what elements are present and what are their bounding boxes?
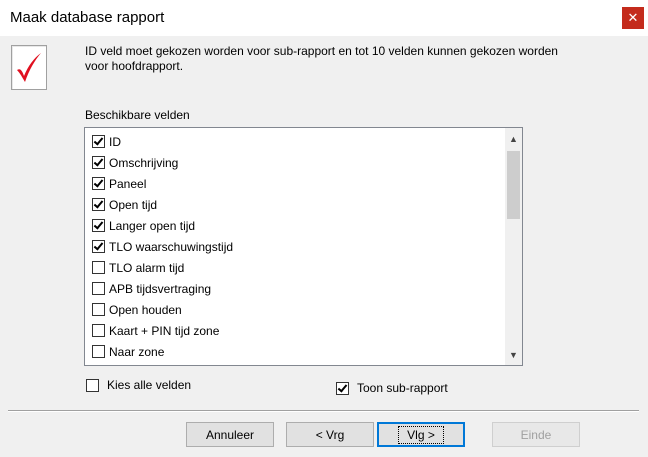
- close-icon: ✕: [627, 10, 639, 25]
- scroll-up-button[interactable]: ▲: [505, 130, 522, 147]
- field-label: Paneel: [109, 176, 147, 191]
- fields-listbox[interactable]: ID Omschrijving Paneel Open tijd Langer open…: [84, 127, 523, 366]
- back-button-label: < Vrg: [315, 427, 345, 442]
- cancel-button[interactable]: Annuleer: [186, 422, 274, 447]
- field-checkbox[interactable]: [92, 303, 105, 316]
- field-checkbox[interactable]: [92, 135, 105, 148]
- field-label: APB tijdsvertraging: [109, 281, 212, 296]
- title-bar: Maak database rapport ✕: [0, 0, 648, 36]
- checkmark-graphic: [17, 53, 41, 82]
- show-subreport-checkbox-row[interactable]: Toon sub-rapport: [336, 381, 448, 395]
- fields-label: Beschikbare velden: [85, 108, 190, 122]
- field-item[interactable]: TLO waarschuwingstijd: [85, 236, 504, 257]
- field-checkbox[interactable]: [92, 156, 105, 169]
- field-checkbox[interactable]: [92, 345, 105, 358]
- field-checkbox[interactable]: [92, 177, 105, 190]
- field-label: ID: [109, 134, 121, 149]
- field-item[interactable]: Naar zone: [85, 341, 504, 362]
- info-text: ID veld moet gekozen worden voor sub-rap…: [85, 44, 558, 73]
- back-button[interactable]: < Vrg: [286, 422, 374, 447]
- chevron-up-icon: ▲: [509, 133, 518, 144]
- field-checkbox[interactable]: [92, 198, 105, 211]
- field-label: Kaart + PIN tijd zone: [109, 323, 220, 338]
- finish-button-label: Einde: [520, 427, 552, 442]
- field-item[interactable]: Langer open tijd: [85, 215, 504, 236]
- separator: [8, 410, 639, 412]
- select-all-checkbox[interactable]: [86, 378, 99, 392]
- field-item[interactable]: Paneel: [85, 173, 504, 194]
- show-subreport-checkbox[interactable]: [336, 381, 349, 395]
- field-item[interactable]: Open tijd: [85, 194, 504, 215]
- field-checkbox[interactable]: [92, 261, 105, 274]
- field-checkbox[interactable]: [92, 219, 105, 232]
- field-label: TLO waarschuwingstijd: [109, 239, 234, 254]
- field-checkbox[interactable]: [92, 324, 105, 337]
- field-label: Omschrijving: [109, 155, 179, 170]
- field-checkbox[interactable]: [92, 282, 105, 295]
- dialog-window: Maak database rapport ✕ ID veld moet gek…: [0, 0, 648, 457]
- next-button[interactable]: Vlg >: [377, 422, 465, 447]
- next-button-label: Vlg >: [398, 425, 444, 444]
- scroll-down-button[interactable]: ▼: [505, 346, 522, 363]
- field-item[interactable]: Open houden: [85, 299, 504, 320]
- field-item[interactable]: Kaart + PIN tijd zone: [85, 320, 504, 341]
- field-item[interactable]: ID: [85, 131, 504, 152]
- field-label: Langer open tijd: [109, 218, 196, 233]
- window-title: Maak database rapport: [10, 9, 165, 26]
- scroll-thumb[interactable]: [507, 151, 520, 219]
- field-label: Naar zone: [109, 344, 165, 359]
- chevron-down-icon: ▼: [509, 349, 518, 360]
- field-item[interactable]: Omschrijving: [85, 152, 504, 173]
- red-checkmark-icon: [11, 45, 47, 90]
- field-item[interactable]: APB tijdsvertraging: [85, 278, 504, 299]
- close-button[interactable]: ✕: [622, 7, 644, 29]
- cancel-button-label: Annuleer: [205, 427, 255, 442]
- finish-button: Einde: [492, 422, 580, 447]
- field-label: Open houden: [109, 302, 182, 317]
- select-all-label: Kies alle velden: [107, 378, 192, 392]
- fields-list: ID Omschrijving Paneel Open tijd Langer open…: [85, 131, 504, 362]
- vertical-scrollbar[interactable]: ▲ ▼: [505, 128, 522, 365]
- field-label: TLO alarm tijd: [109, 260, 185, 275]
- show-subreport-label: Toon sub-rapport: [357, 381, 448, 395]
- field-checkbox[interactable]: [92, 240, 105, 253]
- field-item[interactable]: TLO alarm tijd: [85, 257, 504, 278]
- field-label: Open tijd: [109, 197, 158, 212]
- select-all-checkbox-row[interactable]: Kies alle velden: [86, 378, 191, 392]
